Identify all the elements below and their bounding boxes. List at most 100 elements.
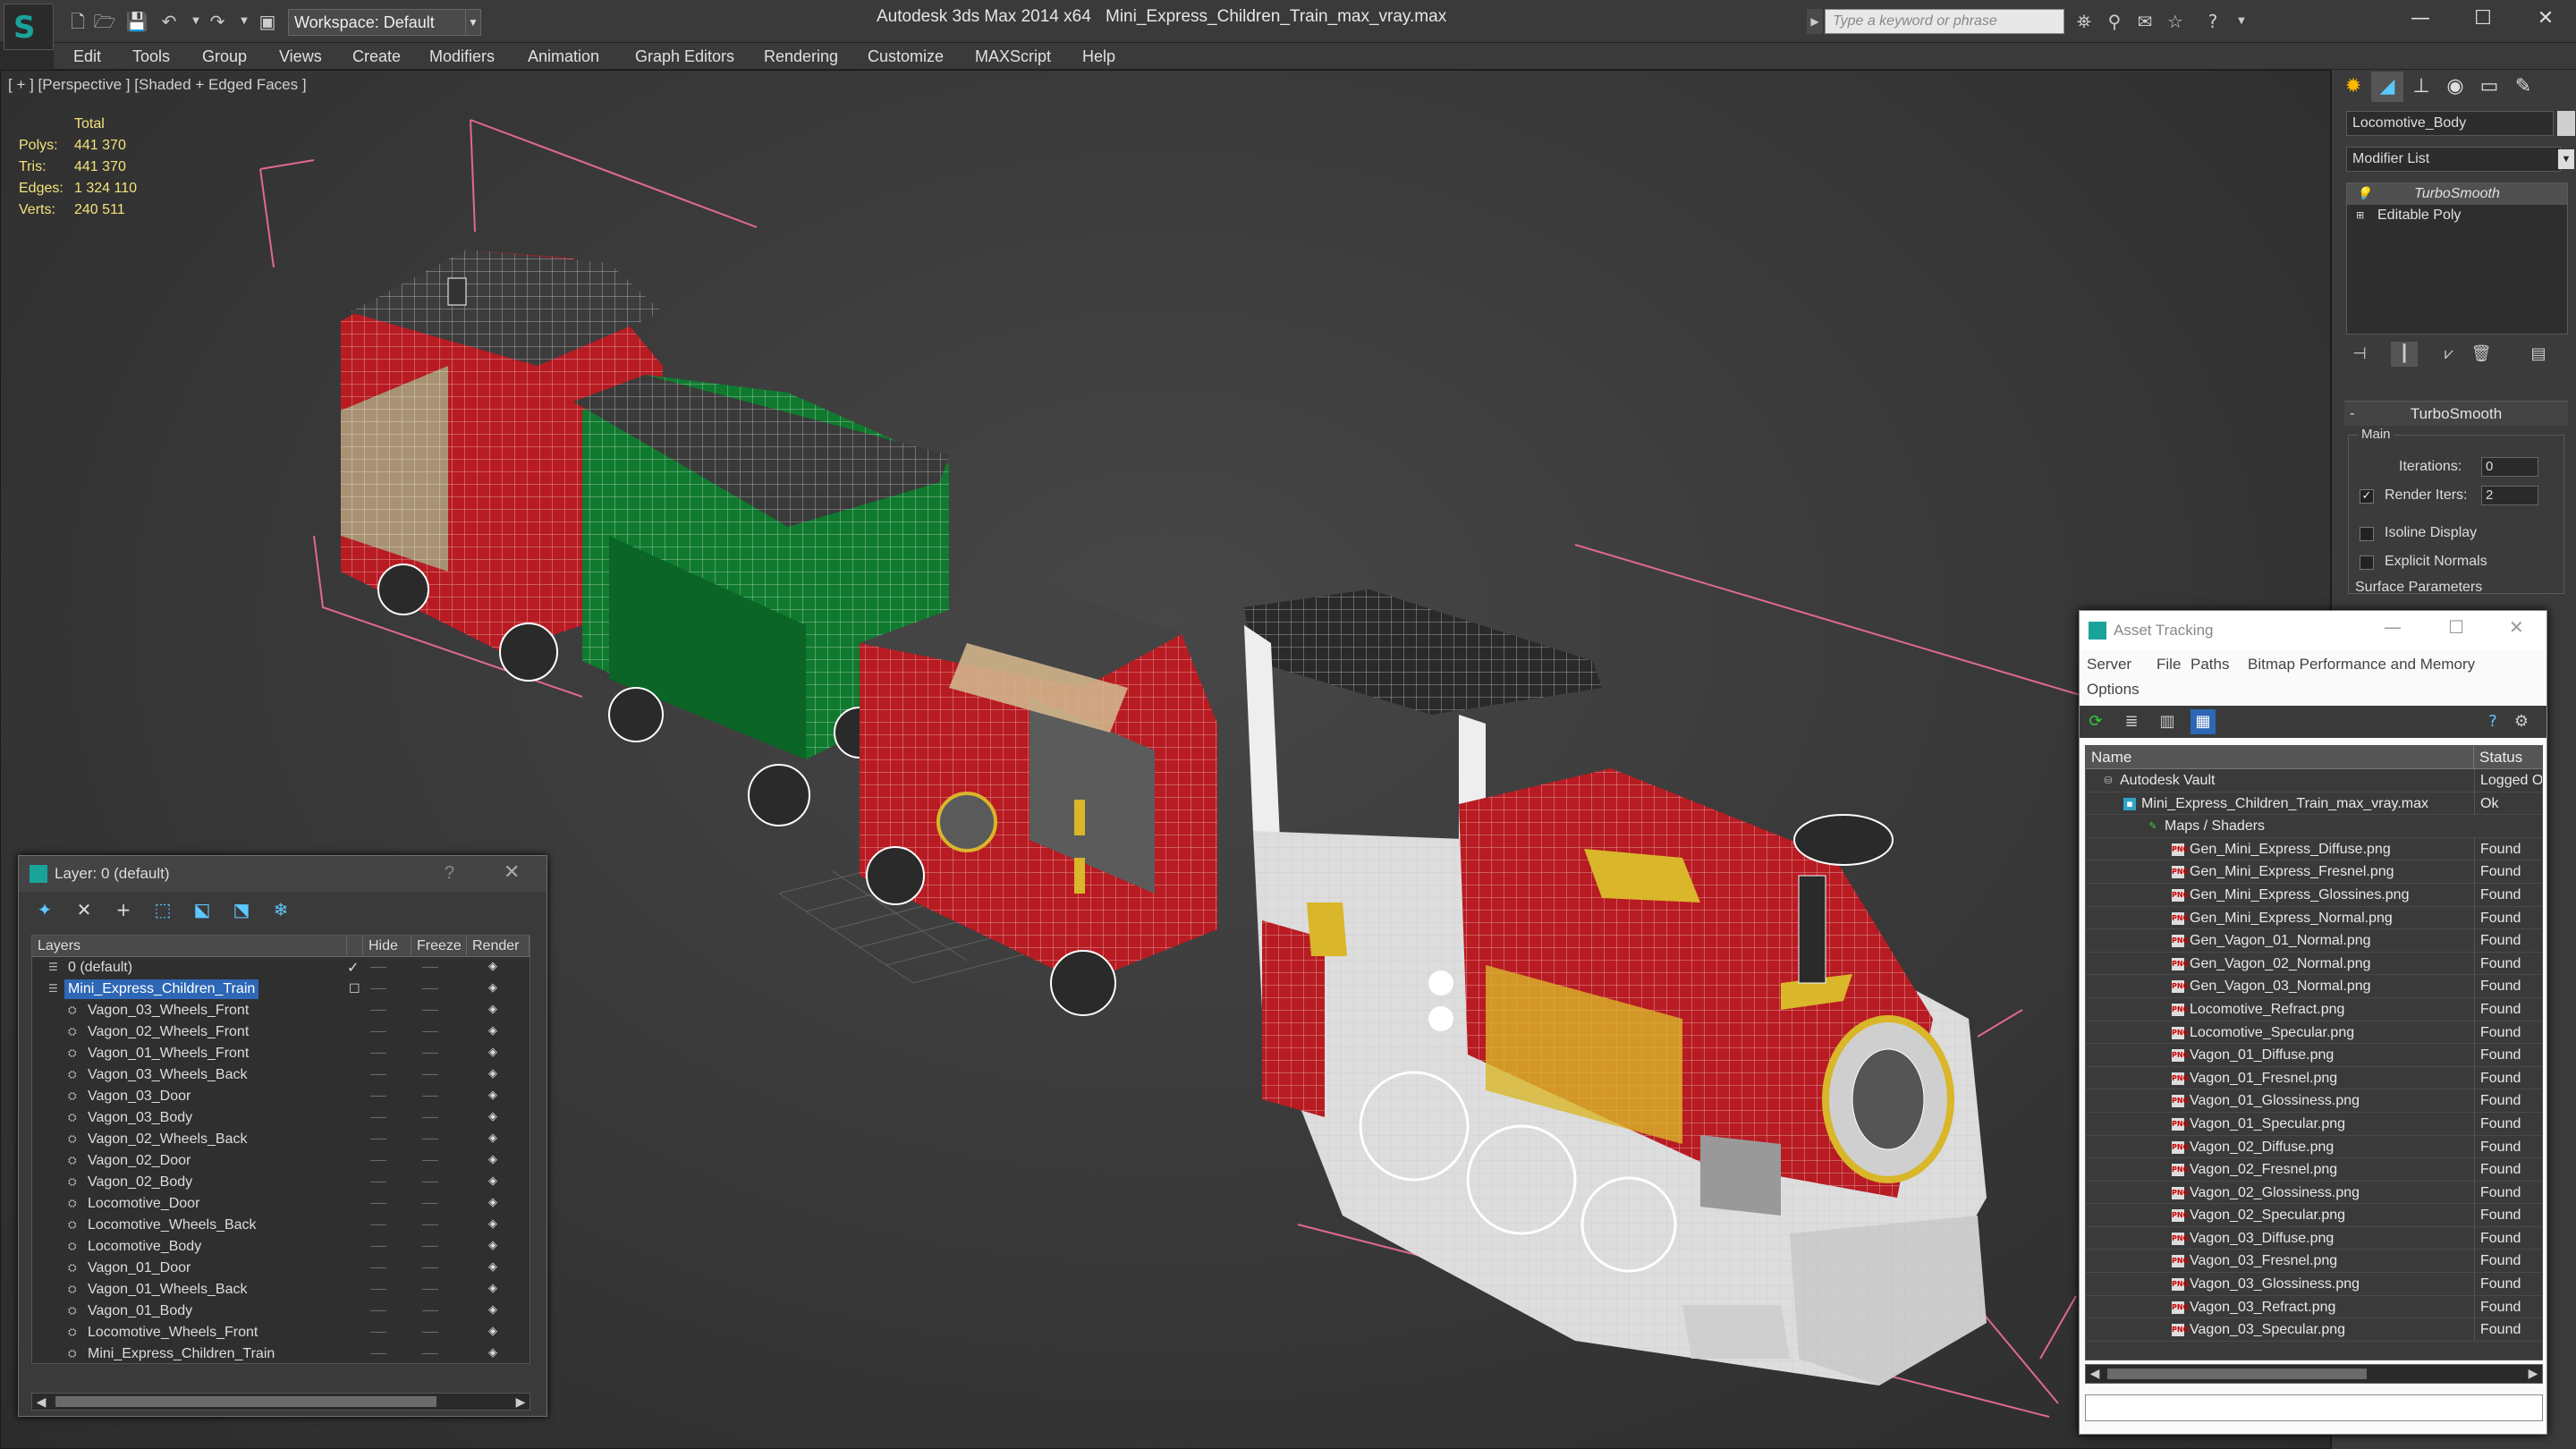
asset-row[interactable]: PNG Vagon_02_Specular.png Found	[2086, 1204, 2542, 1227]
layer-row[interactable]: ⛭ Locomotive_Door —— —— ◈	[32, 1193, 530, 1215]
hide-toggle[interactable]: ——	[370, 979, 386, 1000]
col-hide[interactable]: Hide	[363, 936, 411, 957]
favorites-star-icon[interactable]: ☆	[2163, 9, 2188, 34]
hide-toggle[interactable]: ——	[370, 1150, 386, 1172]
asset-row[interactable]: PNG Vagon_02_Glossiness.png Found	[2086, 1181, 2542, 1205]
scroll-right-icon[interactable]: ▶	[512, 1394, 530, 1410]
hide-toggle[interactable]: ——	[370, 1215, 386, 1236]
asset-row[interactable]: PNG Gen_Mini_Express_Normal.png Found	[2086, 906, 2542, 930]
asset-row[interactable]: PNG Vagon_01_Fresnel.png Found	[2086, 1066, 2542, 1090]
save-file-icon[interactable]: 💾	[125, 11, 148, 32]
configure-modifier-sets-icon[interactable]: ▤	[2525, 342, 2552, 367]
hide-toggle[interactable]: ——	[370, 1043, 386, 1064]
menu-tools[interactable]: Tools	[132, 43, 170, 70]
menu-create[interactable]: Create	[352, 43, 401, 70]
remove-modifier-icon[interactable]: 🗑	[2468, 342, 2495, 367]
maximize-icon[interactable]: ☐	[2448, 616, 2464, 638]
hide-toggle[interactable]: ——	[370, 1258, 386, 1279]
layer-row[interactable]: ⛭ Vagon_02_Body —— —— ◈	[32, 1172, 530, 1193]
asset-row[interactable]: PNG Gen_Vagon_02_Normal.png Found	[2086, 952, 2542, 976]
create-new-layer-icon[interactable]: ✦	[31, 897, 58, 922]
freeze-toggle[interactable]: ——	[422, 1236, 438, 1258]
asset-row[interactable]: PNG Vagon_03_Glossiness.png Found	[2086, 1273, 2542, 1296]
motion-tab-icon[interactable]: ◉	[2439, 72, 2471, 102]
close-icon[interactable]: ✕	[2509, 616, 2524, 638]
layer-row[interactable]: ☰ 0 (default) ✓ —— —— ◈	[32, 957, 530, 979]
layer-row[interactable]: ⛭ Vagon_02_Door —— —— ◈	[32, 1150, 530, 1172]
menu-server[interactable]: Server	[2087, 656, 2131, 674]
hide-toggle[interactable]: ——	[370, 1236, 386, 1258]
create-tab-icon[interactable]: ✹	[2337, 72, 2369, 102]
make-unique-icon[interactable]: ⩗	[2436, 342, 2462, 367]
menu-help[interactable]: Help	[1082, 43, 1115, 70]
render-teapot-icon[interactable]: ◈	[488, 1131, 503, 1146]
minimize-button[interactable]: —	[2392, 0, 2449, 38]
layer-row[interactable]: ☰ Mini_Express_Children_Train ☐ —— —— ◈	[32, 979, 530, 1000]
render-teapot-icon[interactable]: ◈	[488, 1067, 503, 1081]
asset-row[interactable]: PNG Vagon_02_Diffuse.png Found	[2086, 1135, 2542, 1159]
search-input[interactable]: Type a keyword or phrase	[1825, 9, 2064, 34]
asset-row[interactable]: PNG Vagon_02_Fresnel.png Found	[2086, 1158, 2542, 1182]
redo-dropdown-icon[interactable]: ▼	[233, 11, 256, 32]
freeze-toggle[interactable]: ——	[422, 1172, 438, 1193]
open-file-icon[interactable]: 🗁	[93, 11, 116, 32]
hide-toggle[interactable]: ——	[370, 1301, 386, 1322]
isoline-display-checkbox[interactable]	[2360, 527, 2374, 541]
freeze-toggle[interactable]: ——	[422, 1107, 438, 1129]
render-teapot-icon[interactable]: ◈	[488, 1003, 503, 1017]
menu-options[interactable]: Options	[2087, 681, 2140, 699]
layer-row[interactable]: ⛭ Locomotive_Body —— —— ◈	[32, 1236, 530, 1258]
render-teapot-icon[interactable]: ◈	[488, 981, 503, 996]
app-menu-button[interactable]: S	[4, 4, 54, 50]
hide-toggle[interactable]: ——	[370, 1086, 386, 1107]
object-color-swatch[interactable]	[2557, 111, 2575, 136]
render-teapot-icon[interactable]: ◈	[488, 1346, 503, 1360]
layer-row[interactable]: ⛭ Vagon_01_Door —— —— ◈	[32, 1258, 530, 1279]
asset-row[interactable]: ✎ Maps / Shaders	[2086, 815, 2542, 838]
project-folder-icon[interactable]: ▣	[256, 11, 279, 32]
scroll-left-icon[interactable]: ◀	[2086, 1365, 2104, 1381]
render-teapot-icon[interactable]: ◈	[488, 1282, 503, 1296]
asset-row[interactable]: PNG Locomotive_Refract.png Found	[2086, 997, 2542, 1021]
add-to-layer-icon[interactable]: +	[110, 897, 137, 922]
pin-stack-icon[interactable]: ⊣	[2346, 342, 2373, 367]
menu-views[interactable]: Views	[279, 43, 322, 70]
freeze-toggle[interactable]: ——	[422, 1021, 438, 1043]
settings-icon[interactable]: ⚙	[2509, 709, 2534, 734]
scroll-right-icon[interactable]: ▶	[2524, 1365, 2542, 1381]
layer-row[interactable]: ⛭ Vagon_01_Wheels_Front —— —— ◈	[32, 1043, 530, 1064]
redo-icon[interactable]: ↷	[206, 11, 229, 32]
layer-row[interactable]: ⛭ Vagon_02_Wheels_Front —— —— ◈	[32, 1021, 530, 1043]
asset-row[interactable]: ⛁ Autodesk Vault Logged O	[2086, 769, 2542, 792]
menu-edit[interactable]: Edit	[73, 43, 101, 70]
new-file-icon[interactable]: 🗋	[66, 11, 89, 32]
render-teapot-icon[interactable]: ◈	[488, 1110, 503, 1124]
render-teapot-icon[interactable]: ◈	[488, 1024, 503, 1038]
layer-row[interactable]: ⛭ Locomotive_Wheels_Front —— —— ◈	[32, 1322, 530, 1343]
layer-row[interactable]: ⛭ Vagon_03_Wheels_Front —— —— ◈	[32, 1000, 530, 1021]
layer-row[interactable]: ⛭ Vagon_01_Body —— —— ◈	[32, 1301, 530, 1322]
menu-graph-editors[interactable]: Graph Editors	[635, 43, 734, 70]
asset-row[interactable]: PNG Vagon_03_Fresnel.png Found	[2086, 1250, 2542, 1274]
render-teapot-icon[interactable]: ◈	[488, 960, 503, 974]
modifier-list-dropdown[interactable]: Modifier List ▼	[2346, 147, 2574, 172]
hide-toggle[interactable]: ——	[370, 1064, 386, 1086]
layer-row[interactable]: ⛭ Vagon_02_Wheels_Back —— —— ◈	[32, 1129, 530, 1150]
hide-all-layers-icon[interactable]: ⬔	[228, 897, 255, 922]
freeze-toggle[interactable]: ——	[422, 1279, 438, 1301]
minimize-icon[interactable]: —	[2384, 616, 2402, 638]
freeze-toggle[interactable]: ——	[422, 1215, 438, 1236]
subscription-icon[interactable]: ⚲	[2102, 9, 2127, 34]
render-teapot-icon[interactable]: ◈	[488, 1174, 503, 1189]
hide-toggle[interactable]: ——	[370, 1107, 386, 1129]
asset-row[interactable]: PNG Gen_Mini_Express_Diffuse.png Found	[2086, 837, 2542, 861]
maximize-button[interactable]: ☐	[2454, 0, 2512, 38]
delete-layer-icon[interactable]: ✕	[71, 897, 97, 922]
undo-dropdown-icon[interactable]: ▼	[184, 11, 208, 32]
search-expand-icon[interactable]: ▶	[1807, 9, 1823, 34]
freeze-toggle[interactable]: ——	[422, 957, 438, 979]
list-view-icon[interactable]: ≣	[2119, 709, 2144, 734]
freeze-toggle[interactable]: ——	[422, 979, 438, 1000]
asset-row[interactable]: PNG Gen_Mini_Express_Fresnel.png Found	[2086, 860, 2542, 884]
render-teapot-icon[interactable]: ◈	[488, 1046, 503, 1060]
